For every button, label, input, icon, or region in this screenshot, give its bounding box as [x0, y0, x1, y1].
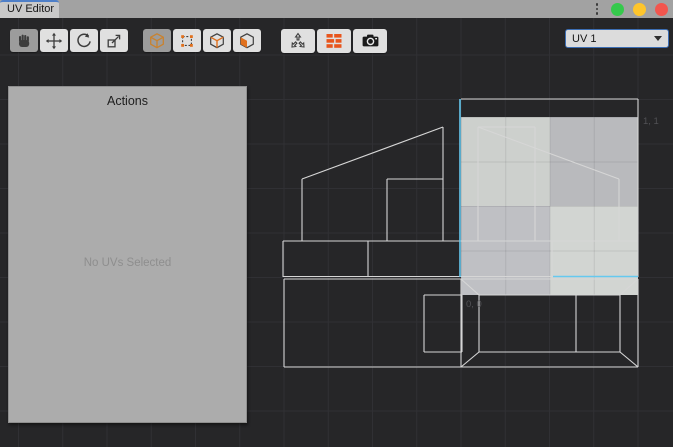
vertex-mode-button[interactable]: [173, 29, 201, 52]
vertex-select-icon: [178, 32, 196, 50]
pan-tool-button[interactable]: [10, 29, 38, 52]
uv-channel-value: UV 1: [572, 33, 654, 45]
edge-mode-button[interactable]: [203, 29, 231, 52]
rotate-icon: [75, 32, 93, 50]
uv-action-group: [281, 29, 387, 53]
texture-grid-overlay: [461, 117, 638, 295]
object-mode-button[interactable]: [143, 29, 171, 52]
move-icon: [45, 32, 63, 50]
selection-mode-group: [143, 29, 261, 52]
convert-to-manual-button[interactable]: [281, 29, 315, 53]
cube-outline-icon: [148, 32, 166, 50]
chevron-down-icon: [654, 36, 662, 41]
scale-tool-button[interactable]: [100, 29, 128, 52]
move-tool-button[interactable]: [40, 29, 68, 52]
kebab-menu-icon[interactable]: [596, 3, 598, 14]
hand-icon: [15, 32, 33, 50]
uv-channel-dropdown[interactable]: UV 1: [565, 29, 669, 48]
titlebar-controls: [596, 0, 673, 18]
green-dot[interactable]: [611, 3, 624, 16]
actions-panel: Actions No UVs Selected: [8, 86, 247, 423]
render-uv-template-button[interactable]: [353, 29, 387, 53]
uv-editor-window: 1, 10, 0 UV Editor: [0, 0, 673, 447]
bricks-icon: [325, 32, 343, 50]
face-select-icon: [238, 32, 256, 50]
texture-preview-button[interactable]: [317, 29, 351, 53]
toolbar: [10, 29, 387, 53]
tab-title: UV Editor: [7, 3, 54, 15]
scale-icon: [105, 32, 123, 50]
yellow-dot[interactable]: [633, 3, 646, 16]
tab-uv-editor[interactable]: UV Editor: [0, 0, 59, 18]
unwrap-arrows-icon: [289, 32, 307, 50]
actions-panel-title: Actions: [9, 94, 246, 108]
tab-bar: UV Editor: [0, 0, 673, 18]
edge-select-icon: [208, 32, 226, 50]
camera-icon: [361, 32, 380, 50]
rotate-tool-button[interactable]: [70, 29, 98, 52]
face-mode-button[interactable]: [233, 29, 261, 52]
transform-tool-group: [10, 29, 128, 52]
uv-texture-preview: [461, 117, 638, 295]
red-dot[interactable]: [655, 3, 668, 16]
no-uvs-selected-message: No UVs Selected: [9, 257, 246, 269]
